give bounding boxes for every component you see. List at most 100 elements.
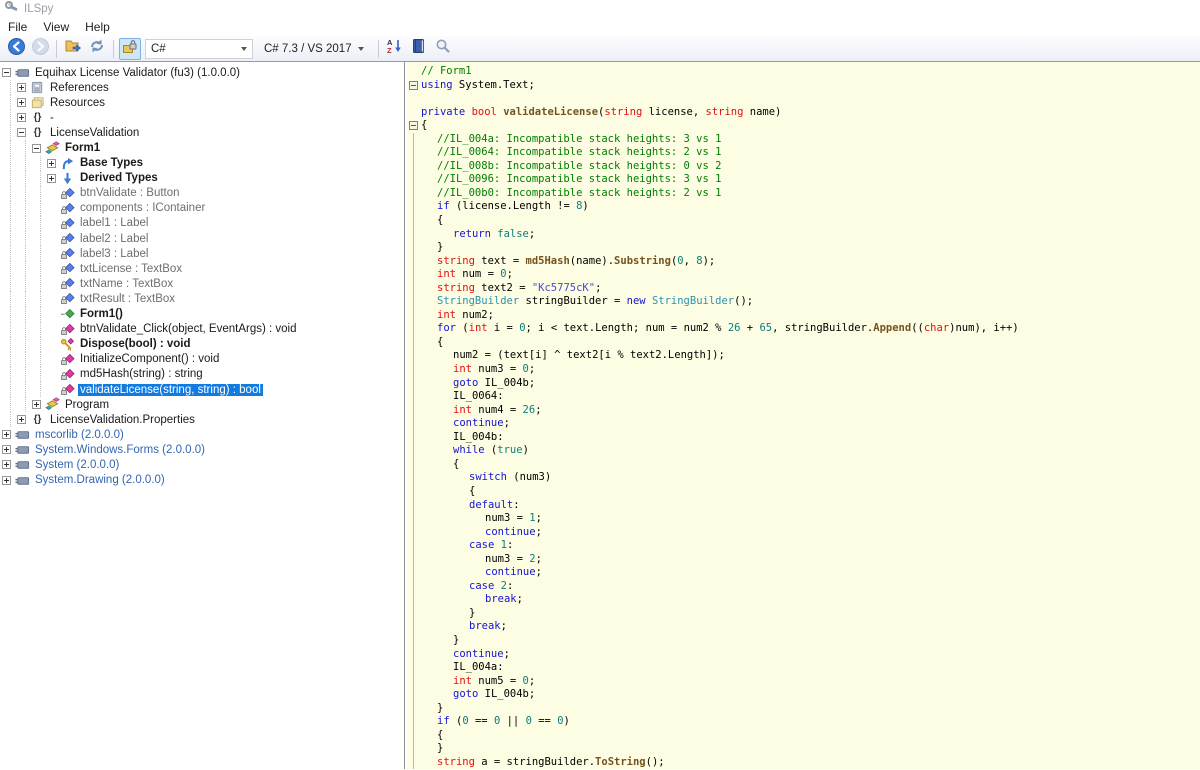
tree-item[interactable]: btnValidate_Click(object, EventArgs) : v… [0,322,400,337]
tree-item[interactable]: Dispose(bool) : void [0,337,400,352]
search-button[interactable] [432,38,454,60]
tree-item[interactable]: References [0,80,400,95]
language-combo[interactable]: C# [145,39,253,59]
expander-spacer [47,249,56,258]
code-line: { [407,119,1200,133]
expander-spacer [47,325,56,334]
tree-item[interactable]: Form1 [0,140,400,155]
tree-item[interactable]: Resources [0,95,400,110]
code-line: StringBuilder stringBuilder = new String… [407,295,1200,309]
expander-spacer [47,264,56,273]
menu-view[interactable]: View [35,19,77,35]
tree-guide-line [40,276,47,291]
svg-text:Z: Z [387,46,392,54]
tree-guide-line [10,307,17,322]
sort-assemblies-icon: AZ [387,38,402,59]
tree-guide-line [10,201,17,216]
tree-item[interactable]: txtResult : TextBox [0,291,400,306]
tree-item[interactable]: label1 : Label [0,216,400,231]
tree-item[interactable]: Base Types [0,156,400,171]
tree-guide-line [40,156,47,171]
tree-guide-line [25,261,32,276]
tree-item[interactable]: mscorlib (2.0.0.0) [0,427,400,442]
tree-item[interactable]: components : IContainer [0,201,400,216]
sort-assemblies-button[interactable]: AZ [384,38,406,60]
open-from-gac-button[interactable] [119,38,141,60]
expand-icon[interactable] [47,174,56,183]
collapse-icon[interactable] [32,144,41,153]
expander-spacer [47,279,56,288]
tree-item[interactable]: System.Drawing (2.0.0.0) [0,473,400,488]
expand-icon[interactable] [32,400,41,409]
collapse-icon[interactable] [2,68,11,77]
forward-button[interactable] [29,38,51,60]
tree-guide-line [10,291,17,306]
open-file-button[interactable] [62,38,84,60]
tree-guide-line [25,186,32,201]
tree-item[interactable]: InitializeComponent() : void [0,352,400,367]
tree-item[interactable]: {}LicenseValidation.Properties [0,412,400,427]
expand-icon[interactable] [2,445,11,454]
menu-help[interactable]: Help [77,19,118,35]
ilspy-logo-icon [5,0,19,18]
language-version-combo-value: C# 7.3 / VS 2017 [261,43,355,55]
expand-icon[interactable] [17,83,26,92]
tree-item-label: components : IContainer [78,202,207,214]
tree-guide-line [10,367,17,382]
tree-item[interactable]: Program [0,397,400,412]
tree-item[interactable]: txtLicense : TextBox [0,261,400,276]
panel-splitter[interactable] [400,62,407,769]
tree-item[interactable]: System.Windows.Forms (2.0.0.0) [0,442,400,457]
tree-item[interactable]: Equihax License Validator (fu3) (1.0.0.0… [0,65,400,80]
title-bar: ILSpy [0,0,1200,18]
tree-guide-line [10,186,17,201]
tree-item[interactable]: btnValidate : Button [0,186,400,201]
language-version-combo[interactable]: C# 7.3 / VS 2017 [258,39,372,59]
expand-icon[interactable] [17,113,26,122]
expand-icon[interactable] [17,415,26,424]
assembly-icon [15,473,30,488]
toolbar-separator [378,40,379,58]
back-icon [8,38,25,60]
refresh-button[interactable] [86,38,108,60]
tree-item[interactable]: {}LicenseValidation [0,125,400,140]
expander-spacer [47,219,56,228]
tree-item[interactable]: Form1() [0,307,400,322]
tree-item[interactable]: {}- [0,110,400,125]
collapse-icon[interactable] [17,128,26,137]
code-line: int num4 = 26; [407,404,1200,418]
tree-guide-line [40,352,47,367]
tree-guide-line [25,171,32,186]
tree-item[interactable]: Derived Types [0,171,400,186]
tree-item[interactable]: txtName : TextBox [0,276,400,291]
tree-item-label: Form1() [78,308,125,320]
manage-assembly-lists-button[interactable] [408,38,430,60]
tree-guide-line [10,80,17,95]
code-line: // Form1 [407,65,1200,79]
namespace-icon: {} [30,412,45,427]
field-icon [60,186,75,201]
tree-item[interactable]: label3 : Label [0,246,400,261]
tree-guide-line [10,216,17,231]
tree-item[interactable]: label2 : Label [0,231,400,246]
menu-file[interactable]: File [0,19,35,35]
back-button[interactable] [5,38,27,60]
tree-item[interactable]: validateLicense(string, string) : bool [0,382,400,397]
expand-icon[interactable] [2,476,11,485]
tree-item[interactable]: System (2.0.0.0) [0,457,400,472]
expand-icon[interactable] [2,460,11,469]
expand-icon[interactable] [17,98,26,107]
assembly-tree[interactable]: Equihax License Validator (fu3) (1.0.0.0… [0,62,400,769]
field-icon [60,231,75,246]
fold-toggle-icon[interactable] [409,121,418,130]
expand-icon[interactable] [2,430,11,439]
app-title: ILSpy [24,3,53,15]
code-view[interactable]: // Form1using System.Text;private bool v… [407,62,1200,769]
tree-guide-line [25,216,32,231]
expand-icon[interactable] [47,159,56,168]
assembly-icon [15,65,30,80]
tree-guide-line [10,110,17,125]
fold-toggle-icon[interactable] [409,81,418,90]
tree-item[interactable]: md5Hash(string) : string [0,367,400,382]
code-line: using System.Text; [407,79,1200,93]
